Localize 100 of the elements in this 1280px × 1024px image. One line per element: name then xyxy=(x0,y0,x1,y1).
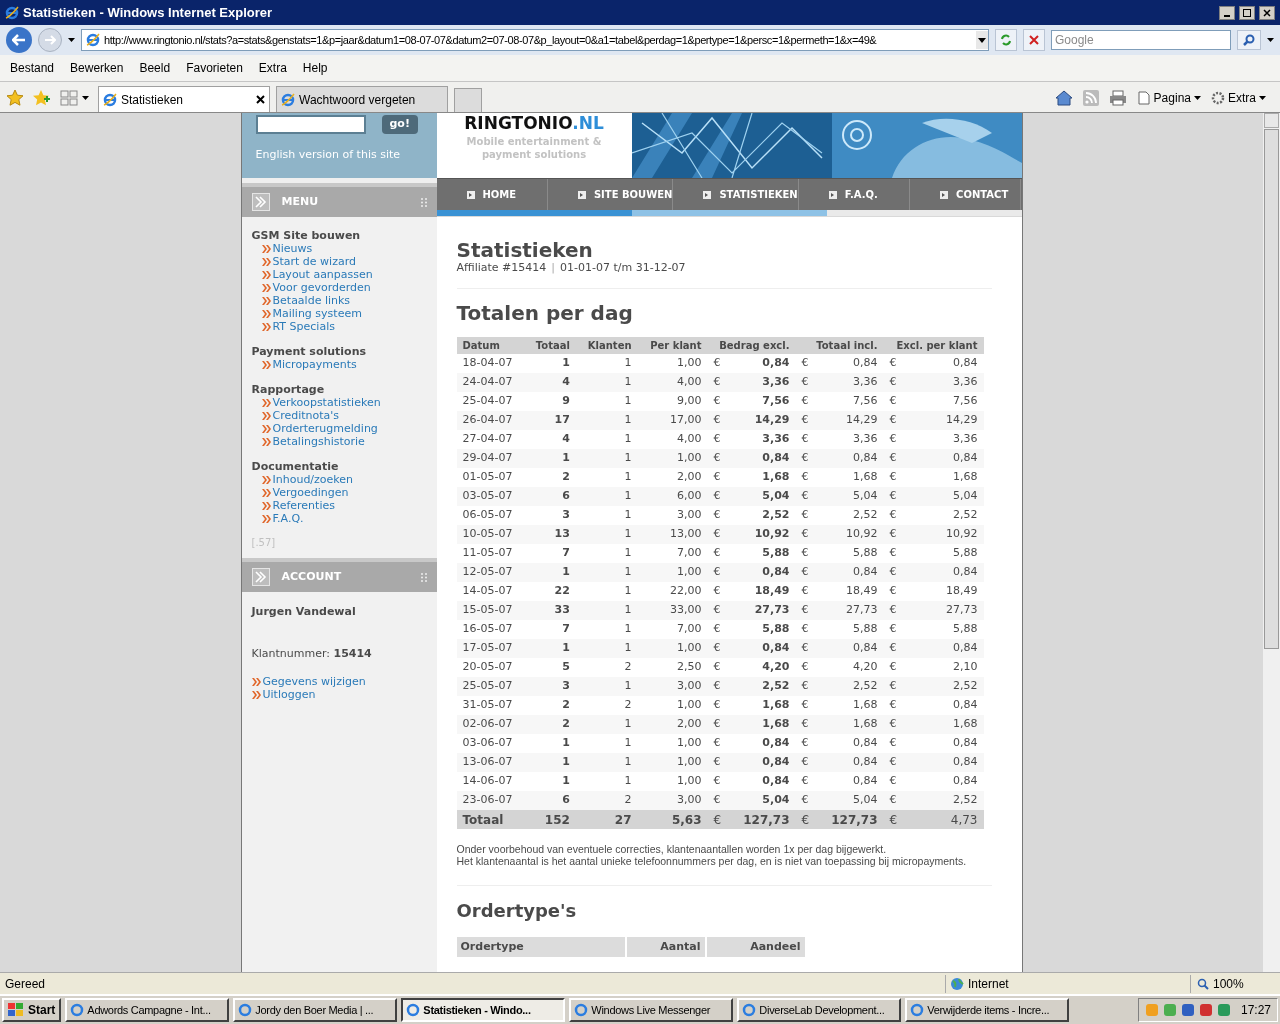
dropdown-icon[interactable] xyxy=(1267,38,1274,42)
menu-item[interactable]: Extra xyxy=(252,59,293,77)
taskbar-button[interactable]: Windows Live Messenger xyxy=(569,998,734,1022)
separator: | xyxy=(551,261,556,274)
stop-button[interactable] xyxy=(1023,29,1045,51)
sidebar-link[interactable]: Orderterugmelding xyxy=(251,422,427,435)
account-link[interactable]: Uitloggen xyxy=(251,688,427,701)
sidebar-link[interactable]: Nieuws xyxy=(251,242,427,255)
currency-symbol: € xyxy=(889,431,897,448)
home-icon[interactable] xyxy=(1054,90,1073,106)
currency-symbol: € xyxy=(889,374,897,391)
sidebar-link[interactable]: Verkoopstatistieken xyxy=(251,396,427,409)
tray-icon[interactable] xyxy=(1180,1003,1195,1017)
currency-symbol: € xyxy=(889,469,897,486)
amount: 18,49 xyxy=(754,583,790,600)
printer-icon[interactable] xyxy=(1108,90,1127,106)
dropdown-icon[interactable] xyxy=(68,38,75,42)
currency-symbol: € xyxy=(713,564,721,581)
toolbar-menu-button[interactable]: Pagina xyxy=(1136,89,1201,107)
table-cell: 1 xyxy=(575,639,638,658)
zoom-button[interactable]: 100% xyxy=(1190,974,1280,993)
sidebar-link[interactable]: Creditnota's xyxy=(251,409,427,422)
sidebar-link[interactable]: Micropayments xyxy=(251,358,427,371)
search-field[interactable]: Google xyxy=(1051,30,1231,50)
table-cell: 1 xyxy=(575,715,638,734)
currency-symbol: € xyxy=(889,393,897,410)
amount: 7,56 xyxy=(953,393,978,410)
chevron-icon xyxy=(261,411,271,420)
currency-symbol: € xyxy=(889,678,897,695)
amount: 0,84 xyxy=(853,564,878,581)
close-button[interactable] xyxy=(1259,5,1275,20)
sidebar-link[interactable]: Voor gevorderden xyxy=(251,281,427,294)
menu-item[interactable]: Beeld xyxy=(133,59,177,77)
add-favorite-icon[interactable] xyxy=(32,89,50,107)
address-field[interactable]: http://www.ringtonio.nl/stats?a=stats&genstats=1&p=jaar&datum1=08-07-07&datum2=07-08-07&p_layout=0&a1=tabel&perdag=1&pertype=1&persc=1&permeth=1&x=49& xyxy=(81,29,989,51)
browser-tab[interactable]: Statistieken xyxy=(98,86,270,112)
sidebar-link[interactable]: Start de wizard xyxy=(251,255,427,268)
maximize-button[interactable] xyxy=(1239,5,1255,20)
sidebar-link[interactable]: RT Specials xyxy=(251,320,427,333)
column-header: Aandeel xyxy=(706,937,805,957)
sidebar-link[interactable]: Betalingshistorie xyxy=(251,435,427,448)
toolbar-menu-button[interactable]: Extra xyxy=(1211,89,1266,107)
currency-symbol: € xyxy=(713,412,721,429)
scrollbar[interactable] xyxy=(1263,113,1280,972)
chevron-icon xyxy=(261,501,271,510)
amount: 2,52 xyxy=(853,507,878,524)
account-link[interactable]: Gegevens wijzigen xyxy=(251,675,427,688)
sidebar-link[interactable]: Vergoedingen xyxy=(251,486,427,499)
amount: 0,84 xyxy=(953,754,978,771)
tray-icon[interactable] xyxy=(1216,1003,1231,1017)
table-cell: 25-04-07 xyxy=(456,392,525,411)
start-button[interactable]: Start xyxy=(2,998,62,1022)
currency-symbol: € xyxy=(889,450,897,467)
amount: 2,52 xyxy=(762,678,790,695)
search-button[interactable] xyxy=(1237,30,1261,50)
tray-icon[interactable] xyxy=(1198,1003,1213,1017)
total-cell: Totaal xyxy=(456,810,525,829)
caret-icon xyxy=(1194,96,1201,100)
sidebar-link[interactable]: Inhoud/zoeken xyxy=(251,473,427,486)
currency-symbol: € xyxy=(713,602,721,619)
sidebar-link[interactable]: F.A.Q. xyxy=(251,512,427,525)
quick-tabs-button[interactable] xyxy=(58,87,92,109)
table-cell: 1 xyxy=(575,487,638,506)
arrow-icon xyxy=(940,190,949,199)
close-icon[interactable] xyxy=(256,95,265,104)
menu-item[interactable]: Help xyxy=(296,59,334,77)
taskbar-button[interactable]: Adwords Campagne - Int... xyxy=(65,998,230,1022)
amount: 0,84 xyxy=(953,355,978,372)
amount: 0,84 xyxy=(853,735,878,752)
taskbar-button[interactable]: DiverseLab Development... xyxy=(737,998,902,1022)
menu-item[interactable]: Bestand xyxy=(4,59,61,77)
back-button[interactable] xyxy=(6,27,32,53)
amount: 2,52 xyxy=(853,678,878,695)
table-cell: 7,00 xyxy=(637,620,708,639)
taskbar-button[interactable]: Verwijderde items - Incre... xyxy=(905,998,1070,1022)
star-icon[interactable] xyxy=(6,89,24,107)
amount: 5,88 xyxy=(853,545,878,562)
browser-tab[interactable]: Wachtwoord vergeten xyxy=(276,86,448,112)
sidebar-link[interactable]: Betaalde links xyxy=(251,294,427,307)
table-cell: 1,00 xyxy=(637,696,708,715)
currency-symbol: € xyxy=(801,564,809,581)
taskbar-button[interactable]: Jordy den Boer Media | ... xyxy=(233,998,398,1022)
minimize-button[interactable] xyxy=(1219,5,1235,20)
page-title: Statistieken xyxy=(456,239,594,261)
dropdown-icon[interactable] xyxy=(976,31,988,49)
sidebar-link[interactable]: Referenties xyxy=(251,499,427,512)
go-button[interactable]: go! xyxy=(381,115,418,134)
currency-symbol: € xyxy=(801,355,809,372)
currency-symbol: € xyxy=(713,393,721,410)
sidebar-link[interactable]: Layout aanpassen xyxy=(251,268,427,281)
site-search-field[interactable] xyxy=(255,115,366,134)
amount: 14,29 xyxy=(846,412,878,429)
sidebar-link[interactable]: Mailing systeem xyxy=(251,307,427,320)
table-cell: 1,00 xyxy=(637,354,708,373)
menu-item[interactable]: Favorieten xyxy=(180,59,249,77)
currency-symbol: € xyxy=(713,735,721,752)
menu-item[interactable]: Bewerken xyxy=(64,59,130,77)
taskbar-button[interactable]: Statistieken - Windo... xyxy=(401,998,566,1022)
table-cell: 9 xyxy=(525,392,576,411)
refresh-button[interactable] xyxy=(995,29,1017,51)
